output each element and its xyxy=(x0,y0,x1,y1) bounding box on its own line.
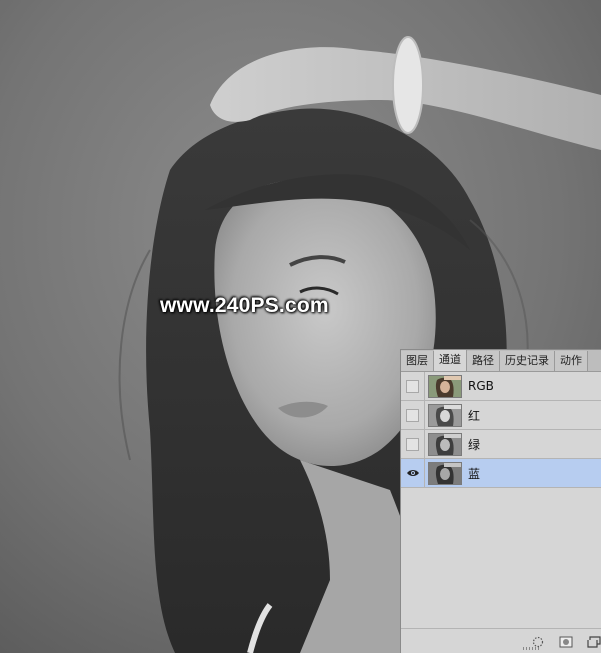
channel-list: RGB 红 绿 蓝 xyxy=(401,372,601,488)
channel-name: RGB xyxy=(468,379,494,393)
visibility-toggle[interactable] xyxy=(401,401,425,429)
channel-row-red[interactable]: 红 xyxy=(401,401,601,430)
channel-thumbnail-blue xyxy=(428,461,462,485)
new-channel-icon[interactable] xyxy=(587,636,601,648)
channel-row-blue[interactable]: 蓝 xyxy=(401,459,601,488)
tab-history[interactable]: 历史记录 xyxy=(500,351,555,371)
visibility-off-icon xyxy=(406,379,419,393)
load-selection-icon[interactable] xyxy=(531,636,545,648)
tab-channels[interactable]: 通道 xyxy=(434,350,467,371)
channel-thumbnail-red xyxy=(428,403,462,427)
channel-name: 蓝 xyxy=(468,466,481,481)
eye-icon xyxy=(406,470,419,476)
channel-thumbnail-rgb xyxy=(428,374,462,398)
panel-tab-bar: 图层 通道 路径 历史记录 动作 xyxy=(401,350,601,372)
visibility-off-icon xyxy=(406,408,419,422)
visibility-off-icon xyxy=(406,437,419,451)
visibility-toggle[interactable] xyxy=(401,430,425,458)
watermark-text: www.240PS.com xyxy=(160,294,329,317)
channel-name: 绿 xyxy=(468,437,481,452)
save-selection-icon[interactable] xyxy=(559,636,573,648)
visibility-toggle[interactable] xyxy=(401,459,425,487)
channels-panel: 图层 通道 路径 历史记录 动作 RGB 红 绿 蓝 xyxy=(400,349,601,653)
channel-name: 红 xyxy=(468,408,481,423)
channel-row-green[interactable]: 绿 xyxy=(401,430,601,459)
tab-layers[interactable]: 图层 xyxy=(401,351,434,371)
channel-thumbnail-green xyxy=(428,432,462,456)
tab-actions[interactable]: 动作 xyxy=(555,351,588,371)
channel-row-rgb[interactable]: RGB xyxy=(401,372,601,401)
visibility-toggle[interactable] xyxy=(401,372,425,400)
tab-paths[interactable]: 路径 xyxy=(467,351,500,371)
panel-footer xyxy=(401,628,601,653)
